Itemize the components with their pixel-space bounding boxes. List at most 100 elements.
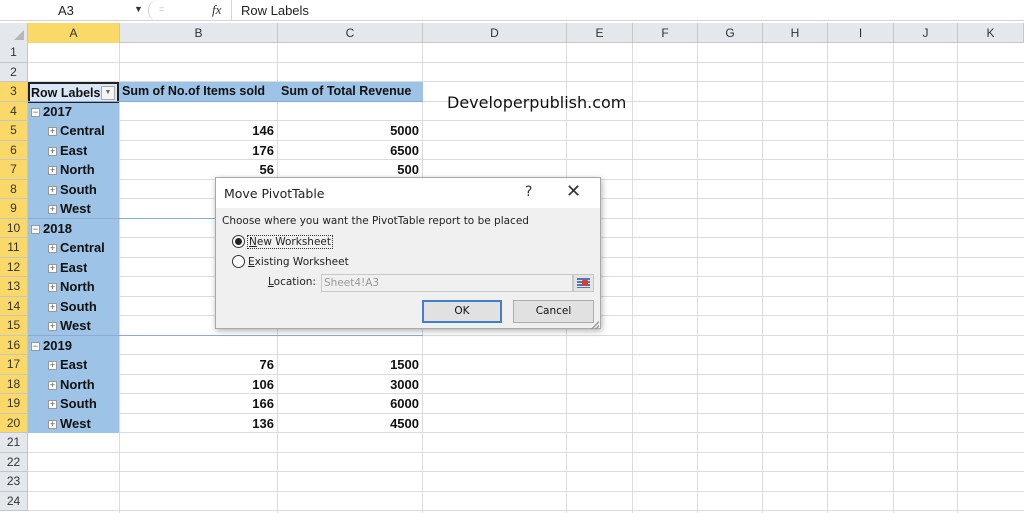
column-header-b[interactable]: B [120, 23, 278, 43]
expand-icon[interactable]: + [48, 127, 57, 136]
items-sold-value[interactable]: 166 [119, 394, 277, 414]
column-header-k[interactable]: K [958, 23, 1024, 43]
total-revenue-value[interactable]: 3000 [277, 375, 422, 395]
column-header-i[interactable]: I [828, 23, 894, 43]
insert-function-icon[interactable]: fx [212, 2, 221, 18]
column-header-c[interactable]: C [278, 23, 423, 43]
region-row-label[interactable]: + West [48, 414, 91, 434]
region-row-label[interactable]: + North [48, 277, 95, 297]
region-row-label[interactable]: + Central [48, 121, 105, 141]
chevron-down-icon[interactable]: ▼ [134, 4, 143, 14]
row-header-16[interactable]: 16 [0, 335, 28, 355]
column-header-f[interactable]: F [633, 23, 698, 43]
row-header-11[interactable]: 11 [0, 238, 28, 258]
row-header-5[interactable]: 5 [0, 121, 28, 141]
row-header-20[interactable]: 20 [0, 413, 28, 433]
region-row-label[interactable]: + East [48, 355, 87, 375]
formula-input[interactable]: Row Labels [231, 0, 1024, 21]
expand-icon[interactable]: + [48, 205, 57, 214]
close-icon[interactable]: ✕ [566, 181, 581, 202]
region-row-label[interactable]: + West [48, 316, 91, 336]
row-header-8[interactable]: 8 [0, 179, 28, 199]
expand-icon[interactable]: + [48, 400, 57, 409]
name-box-value[interactable]: A3 [58, 3, 74, 18]
column-header-e[interactable]: E [567, 23, 633, 43]
region-row-label[interactable]: + South [48, 180, 97, 200]
expand-icon[interactable]: + [48, 380, 57, 390]
radio-new-worksheet[interactable]: New Worksheet [232, 235, 333, 251]
row-header-9[interactable]: 9 [0, 199, 28, 219]
total-revenue-value[interactable] [277, 336, 422, 356]
region-row-label[interactable]: + North [48, 160, 95, 180]
column-header-d[interactable]: D [423, 23, 567, 43]
resize-grip-icon[interactable] [591, 321, 599, 329]
year-row-label[interactable]: −2017 [31, 102, 72, 122]
column-header-a[interactable]: A [28, 23, 120, 43]
items-sold-value[interactable]: 76 [119, 355, 277, 375]
total-revenue-header[interactable]: Sum of Total Revenue [281, 82, 411, 102]
existing-worksheet-label[interactable]: Existing Worksheet [248, 256, 349, 268]
row-header-21[interactable]: 21 [0, 433, 28, 453]
total-revenue-value[interactable]: 5000 [277, 121, 422, 141]
expand-icon[interactable]: + [48, 244, 57, 253]
region-row-label[interactable]: + South [48, 297, 97, 317]
collapse-dialog-button[interactable] [573, 274, 594, 292]
column-header-h[interactable]: H [763, 23, 828, 43]
row-header-15[interactable]: 15 [0, 316, 28, 336]
row-header-12[interactable]: 12 [0, 257, 28, 277]
collapse-icon[interactable]: − [31, 341, 40, 351]
expand-icon[interactable]: + [48, 283, 57, 292]
dialog-title-bar[interactable]: Move PivotTable ? ✕ [216, 178, 600, 208]
expand-icon[interactable]: + [48, 166, 57, 175]
row-header-24[interactable]: 24 [0, 491, 28, 511]
cancel-button[interactable]: Cancel [513, 300, 594, 323]
total-revenue-value[interactable]: 4500 [277, 414, 422, 434]
expand-icon[interactable]: + [48, 419, 57, 429]
row-header-3[interactable]: 3 [0, 82, 28, 102]
expand-icon[interactable]: + [48, 322, 57, 331]
row-header-1[interactable]: 1 [0, 43, 28, 63]
year-row-label[interactable]: −2018 [31, 219, 72, 239]
column-header-g[interactable]: G [698, 23, 763, 43]
resize-handle-icon[interactable]: = [159, 4, 164, 14]
region-row-label[interactable]: + East [48, 141, 87, 161]
total-revenue-value[interactable] [277, 102, 422, 122]
name-box[interactable]: A3 ▼ [0, 0, 145, 21]
ok-button[interactable]: OK [422, 300, 502, 323]
column-header-j[interactable]: J [894, 23, 958, 43]
items-sold-value[interactable] [119, 336, 277, 356]
row-header-23[interactable]: 23 [0, 472, 28, 492]
row-header-2[interactable]: 2 [0, 62, 28, 82]
row-header-6[interactable]: 6 [0, 140, 28, 160]
select-all-button[interactable] [0, 23, 28, 43]
radio-selected-icon[interactable] [232, 235, 245, 248]
row-header-14[interactable]: 14 [0, 296, 28, 316]
region-row-label[interactable]: + South [48, 394, 97, 414]
total-revenue-value[interactable]: 6500 [277, 141, 422, 161]
items-sold-value[interactable]: 176 [119, 141, 277, 161]
items-sold-value[interactable]: 146 [119, 121, 277, 141]
collapse-icon[interactable]: − [31, 224, 40, 234]
row-header-4[interactable]: 4 [0, 101, 28, 121]
region-row-label[interactable]: + Central [48, 238, 105, 258]
expand-icon[interactable]: + [48, 146, 57, 156]
row-header-18[interactable]: 18 [0, 374, 28, 394]
help-icon[interactable]: ? [525, 184, 532, 200]
region-row-label[interactable]: + West [48, 199, 91, 219]
items-sold-value[interactable] [119, 102, 277, 122]
expand-icon[interactable]: + [48, 185, 57, 195]
items-sold-header[interactable]: Sum of No.of Items sold [122, 82, 265, 102]
items-sold-value[interactable]: 106 [119, 375, 277, 395]
region-row-label[interactable]: + North [48, 375, 95, 395]
collapse-icon[interactable]: − [31, 107, 40, 117]
total-revenue-value[interactable]: 6000 [277, 394, 422, 414]
row-header-19[interactable]: 19 [0, 394, 28, 414]
filter-dropdown-icon[interactable]: ▼ [101, 85, 115, 100]
year-row-label[interactable]: −2019 [31, 336, 72, 356]
location-input[interactable]: Sheet4!A3 [321, 274, 573, 292]
row-header-17[interactable]: 17 [0, 355, 28, 375]
expand-icon[interactable]: + [48, 263, 57, 273]
active-cell-a3[interactable]: Row Labels ▼ [28, 81, 119, 103]
expand-icon[interactable]: + [48, 302, 57, 312]
row-header-13[interactable]: 13 [0, 277, 28, 297]
